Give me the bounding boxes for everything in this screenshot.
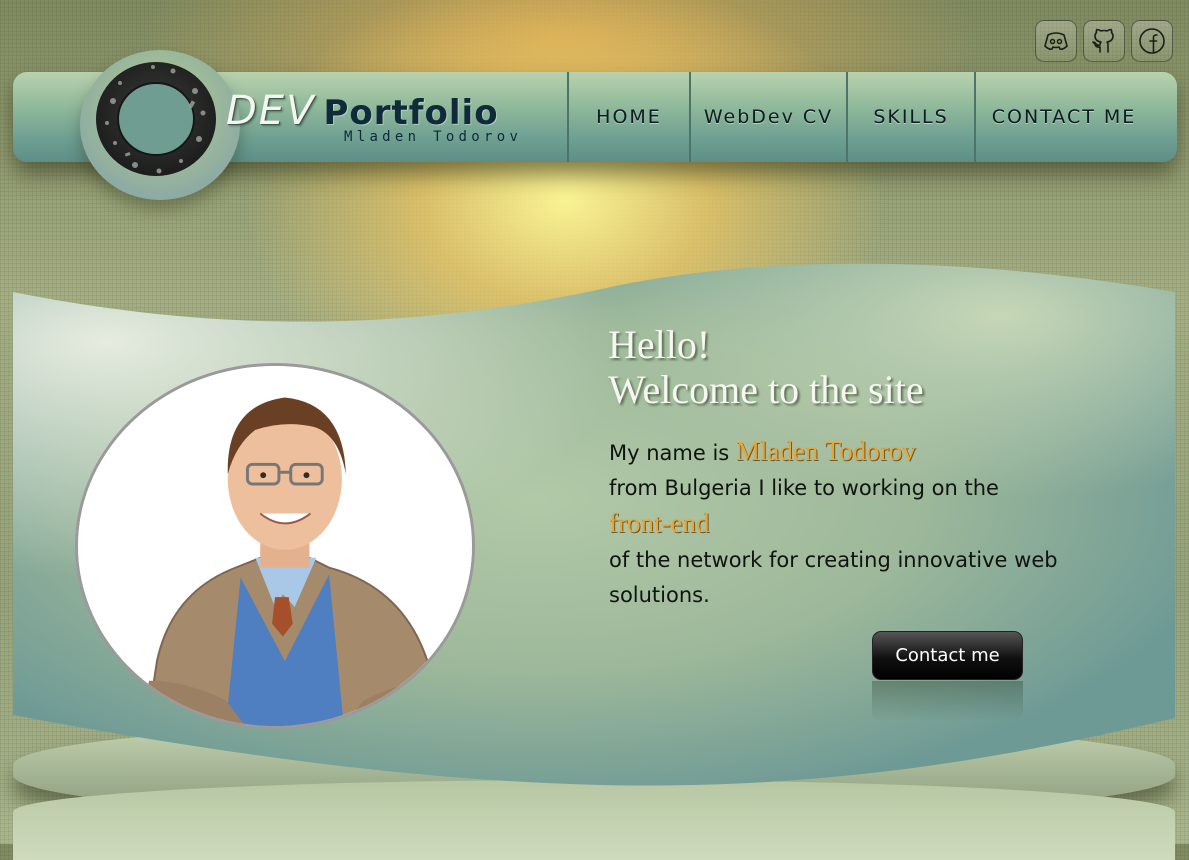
contact-me-button[interactable]: Contact me <box>872 631 1023 680</box>
intro-line-5: solutions. <box>609 583 710 607</box>
intro-line-4: of the network for creating innovative w… <box>609 548 1058 572</box>
profile-photo <box>75 363 475 729</box>
name-highlight: Mladen Todorov <box>735 436 916 466</box>
intro-text: My name is Mladen Todorov from Bulgeria … <box>609 434 1129 613</box>
frontend-highlight: front-end <box>609 508 710 538</box>
intro-line-2: from Bulgeria I like to working on the <box>609 476 999 500</box>
cta-reflection <box>872 681 1023 721</box>
greeting: Hello! Welcome to the site <box>608 322 924 412</box>
portrait-image <box>78 366 472 726</box>
greeting-line-2: Welcome to the site <box>608 367 924 412</box>
greeting-line-1: Hello! <box>608 322 711 367</box>
intro-prefix: My name is <box>609 441 730 465</box>
